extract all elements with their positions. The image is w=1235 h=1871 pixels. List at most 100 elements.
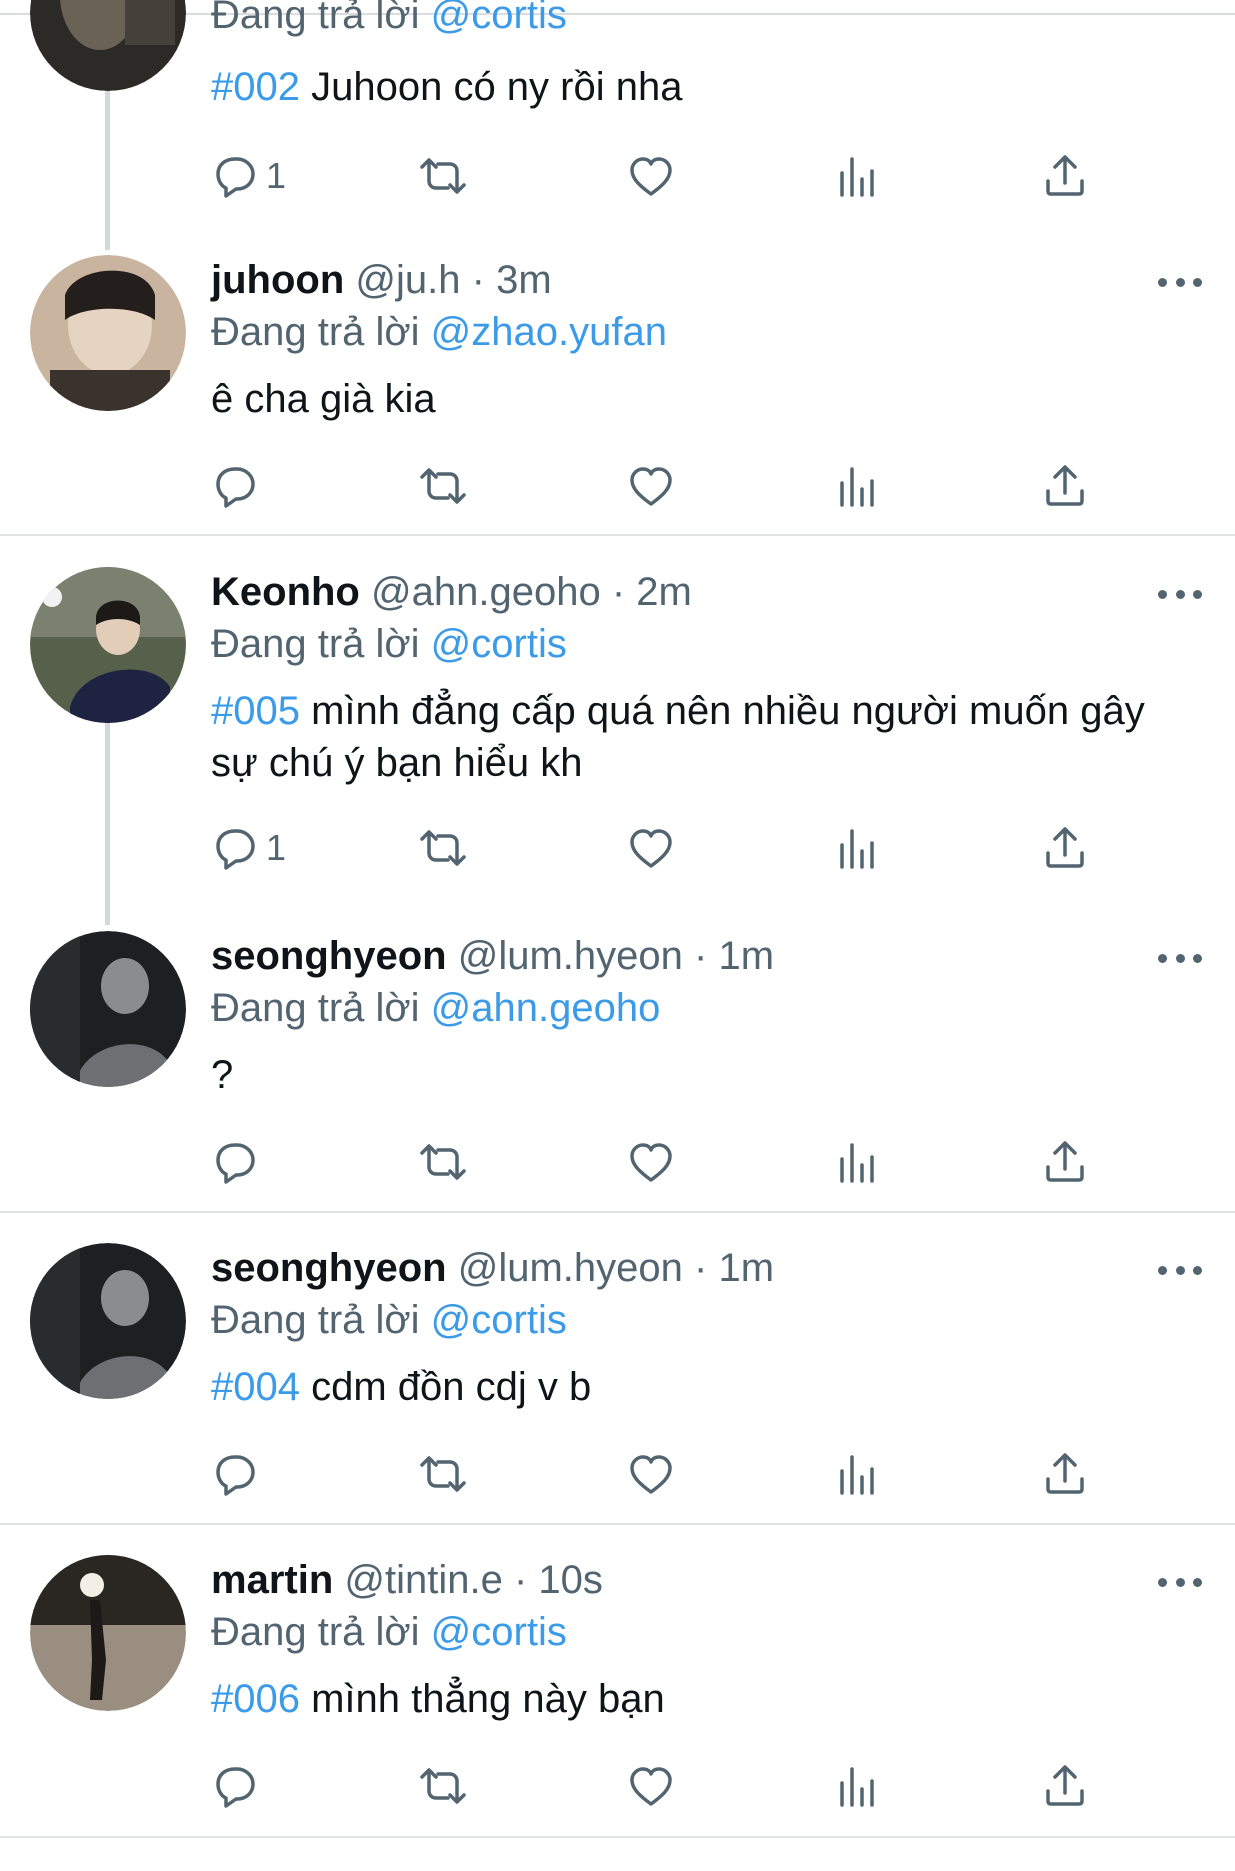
share-button[interactable]: [1040, 150, 1090, 202]
like-button[interactable]: [626, 150, 676, 202]
display-name[interactable]: martin: [211, 1558, 333, 1602]
like-button[interactable]: [626, 1448, 676, 1500]
heart-icon: [630, 1767, 672, 1806]
display-name[interactable]: seonghyeon: [211, 1246, 447, 1290]
mention-link[interactable]: @ahn.geoho: [431, 986, 661, 1030]
views-button[interactable]: [833, 150, 883, 202]
reply-button[interactable]: [210, 1760, 260, 1812]
mention-link[interactable]: @cortis: [431, 0, 567, 37]
action-bar: [0, 1136, 1235, 1188]
share-button[interactable]: [1040, 1760, 1090, 1812]
more-button[interactable]: [1158, 1260, 1202, 1280]
retweet-icon: [420, 158, 466, 194]
tweet-header: juhoon @ju.h · 3m: [211, 255, 552, 305]
retweet-button[interactable]: [418, 1760, 468, 1812]
reply-button[interactable]: [210, 1448, 260, 1500]
user-handle[interactable]: @lum.hyeon: [458, 1246, 683, 1290]
share-button[interactable]: [1040, 1136, 1090, 1188]
timestamp[interactable]: 3m: [496, 258, 552, 302]
user-handle[interactable]: @tintin.e: [344, 1558, 502, 1602]
views-button[interactable]: [833, 460, 883, 512]
user-handle[interactable]: @ju.h: [355, 258, 460, 302]
reply-button[interactable]: 1: [210, 822, 286, 874]
mention-link[interactable]: @zhao.yufan: [431, 310, 667, 354]
hashtag-link[interactable]: #004: [211, 1365, 300, 1409]
retweet-button[interactable]: [418, 822, 468, 874]
hashtag-link[interactable]: #006: [211, 1677, 300, 1721]
retweet-button[interactable]: [418, 150, 468, 202]
display-name[interactable]: seonghyeon: [211, 934, 447, 978]
more-button[interactable]: [1158, 272, 1202, 292]
like-button[interactable]: [626, 822, 676, 874]
share-icon: [1046, 1141, 1084, 1182]
timestamp[interactable]: 2m: [636, 570, 692, 614]
share-icon: [1046, 827, 1084, 868]
replying-to: Đang trả lời @cortis: [211, 619, 567, 669]
share-button[interactable]: [1040, 460, 1090, 512]
views-button[interactable]: [833, 1760, 883, 1812]
timestamp[interactable]: 10s: [538, 1558, 603, 1602]
action-bar: 1: [0, 822, 1235, 874]
heart-icon: [630, 1143, 672, 1182]
tweet-header: seonghyeon @lum.hyeon · 1m: [211, 931, 774, 981]
divider: [0, 534, 1235, 536]
more-button[interactable]: [1158, 1572, 1202, 1592]
avatar[interactable]: [30, 1555, 186, 1711]
reply-button[interactable]: 1: [210, 150, 286, 202]
reply-icon: [216, 467, 255, 508]
like-button[interactable]: [626, 1136, 676, 1188]
avatar[interactable]: [30, 1243, 186, 1399]
more-button[interactable]: [1158, 948, 1202, 968]
display-name[interactable]: Keonho: [211, 570, 360, 614]
retweet-button[interactable]: [418, 1136, 468, 1188]
user-handle[interactable]: @lum.hyeon: [458, 934, 683, 978]
mention-link[interactable]: @cortis: [431, 1298, 567, 1342]
views-button[interactable]: [833, 822, 883, 874]
timestamp[interactable]: 1m: [718, 934, 774, 978]
replying-to: Đang trả lời @ahn.geoho: [211, 983, 660, 1033]
views-icon: [840, 1455, 874, 1495]
tweet-text: #006 mình thẳng này bạn: [211, 1673, 1171, 1725]
timestamp[interactable]: 1m: [718, 1246, 774, 1290]
tweet-body: ê cha già kia: [211, 377, 436, 421]
reply-button[interactable]: [210, 1136, 260, 1188]
views-icon: [840, 1767, 874, 1807]
reply-count: 1: [266, 827, 287, 868]
heart-icon: [630, 467, 672, 506]
replying-label: Đang trả lời: [211, 1610, 420, 1654]
hashtag-link[interactable]: #002: [211, 65, 300, 109]
display-name[interactable]: juhoon: [211, 258, 344, 302]
mention-link[interactable]: @cortis: [431, 622, 567, 666]
retweet-button[interactable]: [418, 1448, 468, 1500]
hashtag-link[interactable]: #005: [211, 689, 300, 733]
share-button[interactable]: [1040, 1448, 1090, 1500]
avatar[interactable]: [30, 0, 186, 91]
views-button[interactable]: [833, 1448, 883, 1500]
replying-label: Đang trả lời: [211, 0, 420, 37]
thread-line: [105, 715, 110, 925]
tweet-body: ?: [211, 1053, 234, 1097]
retweet-icon: [420, 1768, 466, 1804]
avatar[interactable]: [30, 255, 186, 411]
share-button[interactable]: [1040, 822, 1090, 874]
views-button[interactable]: [833, 1136, 883, 1188]
like-button[interactable]: [626, 1760, 676, 1812]
more-button[interactable]: [1158, 584, 1202, 604]
reply-icon: [216, 1767, 255, 1808]
separator: ·: [611, 570, 626, 614]
retweet-icon: [420, 1456, 466, 1492]
views-icon: [840, 157, 874, 197]
like-button[interactable]: [626, 460, 676, 512]
reply-count: 1: [266, 155, 287, 196]
avatar[interactable]: [30, 931, 186, 1087]
reply-button[interactable]: [210, 460, 260, 512]
share-icon: [1046, 465, 1084, 506]
share-icon: [1046, 1453, 1084, 1494]
heart-icon: [630, 157, 672, 196]
replying-to: Đang trả lời @cortis: [211, 1295, 567, 1345]
mention-link[interactable]: @cortis: [431, 1610, 567, 1654]
heart-icon: [630, 829, 672, 868]
avatar[interactable]: [30, 567, 186, 723]
retweet-button[interactable]: [418, 460, 468, 512]
user-handle[interactable]: @ahn.geoho: [371, 570, 601, 614]
